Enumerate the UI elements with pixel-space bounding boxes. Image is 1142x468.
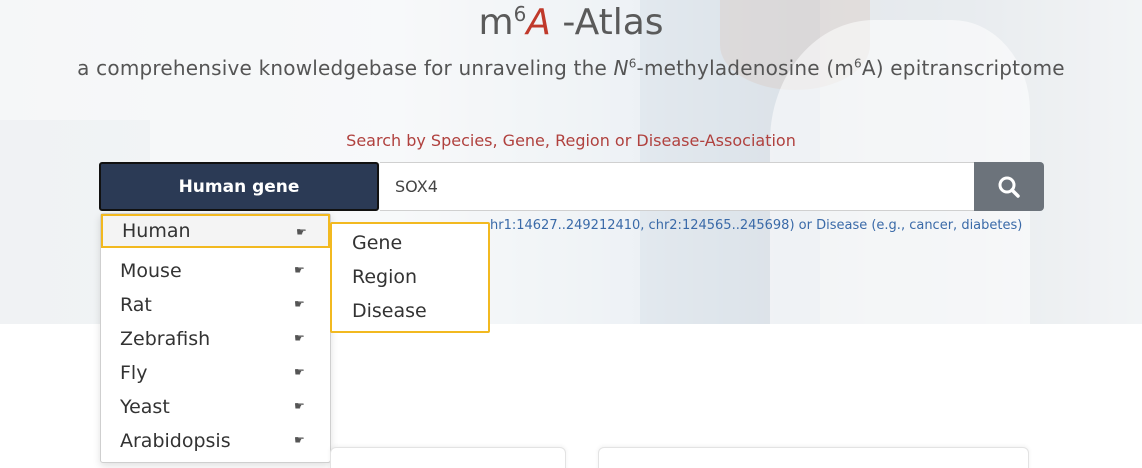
species-item-fly[interactable]: Fly ☛ (101, 356, 330, 390)
species-label: Mouse (120, 260, 182, 282)
site-subtitle: a comprehensive knowledgebase for unrave… (77, 56, 1065, 80)
pointing-hand-icon: ☛ (294, 399, 305, 413)
pointing-hand-icon: ☛ (294, 331, 305, 345)
species-item-zebrafish[interactable]: Zebrafish ☛ (101, 322, 330, 356)
species-dropdown-menu: Human ☛ Mouse ☛ Rat ☛ Zebrafish ☛ Fly ☛ … (100, 213, 331, 463)
submenu-item-region[interactable]: Region (352, 266, 417, 288)
submenu-item-disease[interactable]: Disease (352, 300, 427, 322)
pointing-hand-icon: ☛ (294, 297, 305, 311)
species-item-mouse[interactable]: Mouse ☛ (101, 254, 330, 288)
species-label: Yeast (120, 396, 170, 418)
site-title: m6A -Atlas (478, 2, 664, 43)
pointing-hand-icon: ☛ (294, 365, 305, 379)
species-label: Arabidopsis (120, 430, 231, 452)
search-example: hr1:14627..249212410, chr2:124565..24569… (490, 218, 1023, 233)
pointing-hand-icon: ☛ (294, 263, 305, 277)
submenu-item-gene[interactable]: Gene (352, 232, 402, 254)
species-item-arabidopsis[interactable]: Arabidopsis ☛ (101, 424, 330, 458)
search-icon (998, 176, 1020, 198)
search-input[interactable] (380, 162, 975, 211)
category-dropdown-button[interactable]: Human gene (99, 162, 379, 211)
search-type-submenu: Gene Region Disease (330, 222, 490, 333)
pointing-hand-icon: ☛ (294, 433, 305, 447)
species-label: Fly (120, 362, 148, 384)
species-item-rat[interactable]: Rat ☛ (101, 288, 330, 322)
content-card (330, 447, 566, 468)
content-card (598, 447, 1029, 468)
species-item-human[interactable]: Human ☛ (101, 214, 330, 248)
species-item-yeast[interactable]: Yeast ☛ (101, 390, 330, 424)
species-label: Zebrafish (120, 328, 211, 350)
species-label: Rat (120, 294, 152, 316)
search-button[interactable] (974, 162, 1044, 211)
pointing-hand-icon: ☛ (296, 225, 307, 239)
search-hint: Search by Species, Gene, Region or Disea… (346, 131, 796, 150)
species-label: Human (122, 220, 191, 242)
